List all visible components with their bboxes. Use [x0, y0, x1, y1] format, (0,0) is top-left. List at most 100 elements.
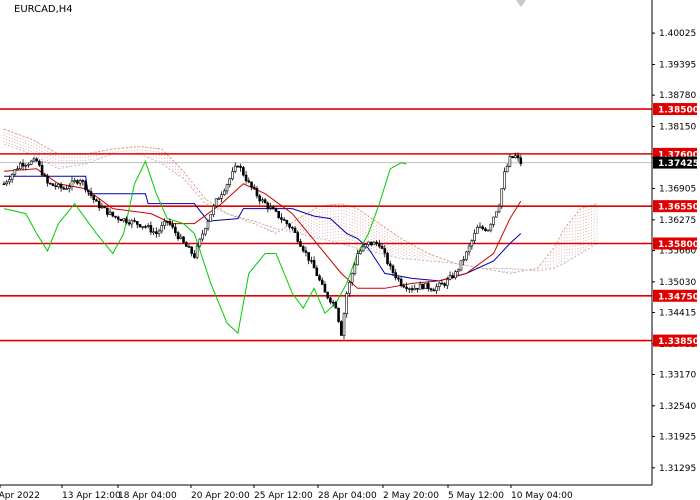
candle-body — [435, 286, 438, 292]
candle-body — [176, 232, 180, 240]
candle-body — [239, 165, 242, 168]
candle-body — [195, 245, 199, 258]
candle-body — [394, 272, 397, 279]
candle-body — [489, 224, 493, 231]
price-tick-label: 1.31925 — [659, 432, 696, 442]
time-tick-label: 8 Apr 2022 — [0, 491, 40, 500]
candle-body — [380, 246, 384, 249]
candle-body — [511, 156, 514, 159]
candle-body — [359, 250, 362, 254]
candle-body — [62, 187, 66, 190]
candle-body — [326, 291, 329, 299]
candle-body — [486, 229, 490, 232]
candle-body — [146, 225, 150, 227]
candle-body — [193, 253, 196, 258]
candle-body — [97, 200, 101, 209]
candle-body — [301, 246, 305, 252]
candle-body — [2, 183, 6, 186]
candle-body — [16, 168, 19, 171]
candle-body — [65, 188, 68, 190]
candle-body — [331, 301, 335, 304]
candle-body — [51, 183, 55, 186]
candle-body — [369, 241, 373, 246]
candle-body — [288, 223, 291, 228]
candle-body — [57, 184, 60, 188]
time-tick-label: 13 Apr 12:00 — [62, 491, 121, 500]
candle-body — [212, 205, 215, 215]
candle-body — [484, 228, 487, 231]
candle-body — [500, 188, 504, 207]
time-tick-label: 18 Apr 04:00 — [118, 491, 177, 500]
candle-body — [206, 221, 210, 229]
candle-body — [505, 166, 509, 173]
candle-body — [448, 275, 452, 280]
candle-body — [76, 180, 79, 184]
candle-body — [307, 252, 310, 261]
candle-body — [149, 225, 153, 233]
candle-body — [87, 189, 90, 192]
candle-body — [277, 210, 281, 218]
candle-body — [440, 282, 444, 285]
candle-body — [141, 226, 145, 228]
candle-body — [285, 220, 289, 225]
price-tick-label: 1.31295 — [659, 464, 696, 474]
candle-body — [242, 167, 245, 176]
candle-body — [21, 163, 25, 167]
candle-body — [10, 174, 14, 180]
candle-body — [263, 199, 267, 204]
candle-body — [231, 171, 234, 180]
candle-body — [157, 230, 161, 235]
candle-body — [116, 216, 120, 220]
candle-body — [163, 220, 166, 226]
level-price-label: 1.35800 — [658, 240, 699, 250]
candle-body — [280, 217, 283, 220]
candle-body — [100, 206, 104, 209]
candle-body — [299, 241, 302, 247]
candle-body — [103, 206, 106, 209]
time-tick-label: 28 Apr 04:00 — [318, 491, 377, 500]
candle-body — [125, 218, 128, 223]
candle-body — [220, 194, 223, 199]
candle-body — [388, 263, 392, 267]
candle-body — [95, 199, 98, 202]
candle-body — [462, 259, 465, 262]
candle-body — [114, 215, 117, 218]
price-tick-label: 1.40025 — [659, 29, 696, 39]
candle-body — [329, 297, 332, 303]
candle-body — [495, 211, 498, 218]
candle-body — [247, 180, 251, 183]
candle-body — [508, 156, 512, 167]
candle-body — [443, 283, 446, 286]
candle-body — [168, 221, 172, 225]
candle-body — [339, 321, 343, 336]
candle-body — [89, 191, 93, 196]
candle-body — [214, 198, 218, 207]
candle-body — [320, 279, 324, 285]
candle-body — [258, 195, 261, 202]
candle-body — [35, 158, 38, 162]
candle-body — [427, 283, 430, 289]
candle-body — [54, 185, 57, 188]
candle-body — [375, 241, 378, 244]
candle-body — [516, 155, 520, 159]
candle-body — [27, 164, 30, 166]
candle-body — [356, 253, 359, 266]
candle-body — [40, 165, 44, 176]
candle-body — [155, 231, 158, 235]
level-price-label: 1.38500 — [658, 106, 699, 116]
candle-body — [244, 174, 248, 182]
candle-body — [402, 285, 406, 288]
time-tick-label: 25 Apr 12:00 — [254, 491, 313, 500]
candle-body — [424, 283, 427, 290]
candle-body — [318, 275, 321, 281]
price-tick-label: 1.38780 — [659, 91, 696, 101]
candle-body — [8, 179, 11, 183]
candle-body — [274, 208, 278, 212]
candle-body — [361, 246, 365, 252]
candle-body — [5, 181, 9, 185]
current-price-label: 1.37425 — [658, 159, 699, 169]
candle-body — [67, 186, 71, 189]
candle-body — [475, 227, 479, 234]
candle-body — [81, 180, 85, 182]
candle-body — [304, 250, 308, 253]
